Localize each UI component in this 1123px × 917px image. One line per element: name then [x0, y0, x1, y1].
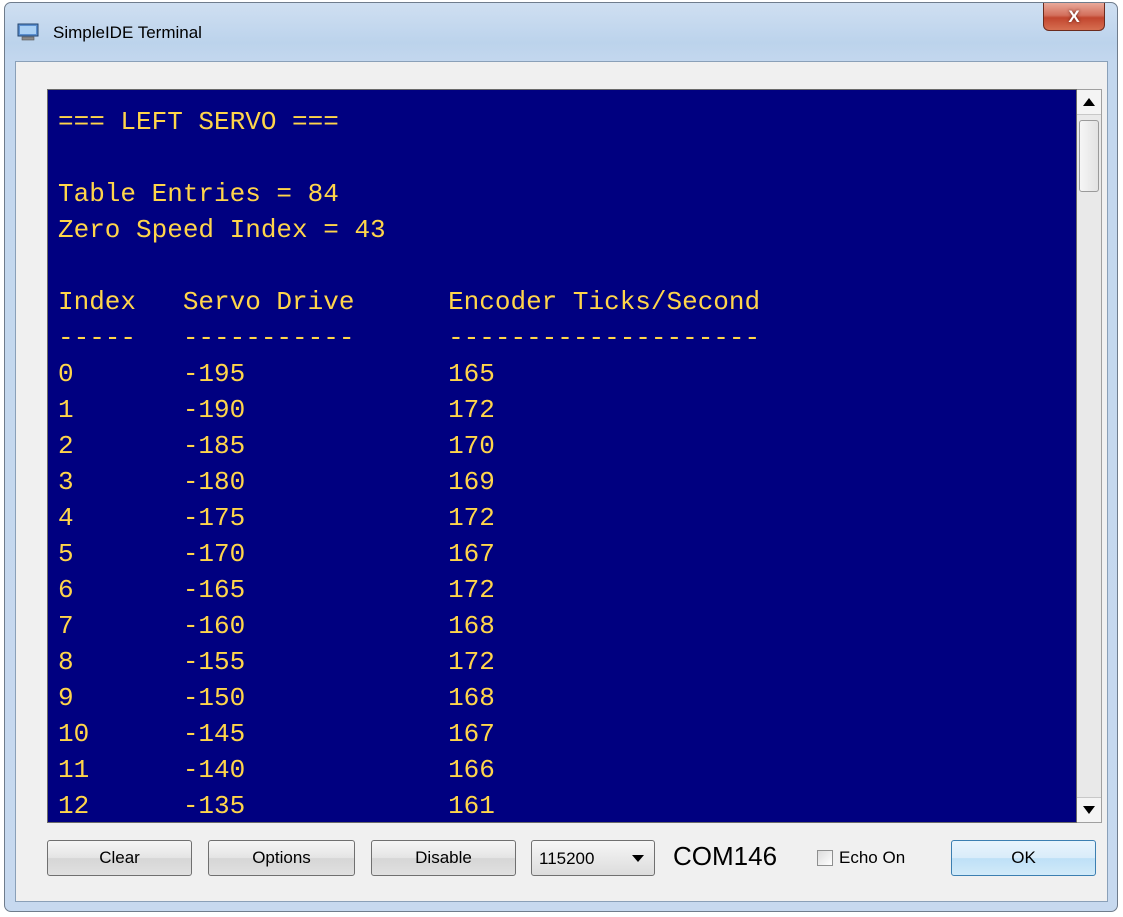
- baud-rate-select[interactable]: 115200: [531, 840, 655, 876]
- terminal-line: 10 -145 167: [58, 719, 495, 749]
- baud-rate-value: 115200: [539, 849, 595, 868]
- scroll-up-arrow-icon: [1083, 98, 1095, 106]
- port-label: COM146: [673, 841, 778, 871]
- terminal-line: 7 -160 168: [58, 611, 495, 641]
- terminal-line: === LEFT SERVO ===: [58, 107, 339, 137]
- window-title: SimpleIDE Terminal: [53, 23, 202, 42]
- terminal-line: 12 -135 161: [58, 791, 495, 821]
- terminal-line: 11 -140 166: [58, 755, 495, 785]
- vertical-scrollbar[interactable]: [1077, 89, 1102, 823]
- options-button[interactable]: Options: [208, 840, 355, 876]
- terminal-line: 6 -165 172: [58, 575, 495, 605]
- terminal-line: 0 -195 165: [58, 359, 495, 389]
- scroll-down-arrow-icon: [1083, 806, 1095, 814]
- client-area: === LEFT SERVO === Table Entries = 84 Zero…: [15, 61, 1108, 902]
- clear-button[interactable]: Clear: [47, 840, 192, 876]
- monitor-icon: [17, 23, 39, 41]
- terminal-line: 5 -170 167: [58, 539, 495, 569]
- terminal-line: Zero Speed Index = 43: [58, 215, 386, 245]
- close-button[interactable]: X: [1043, 3, 1105, 31]
- scroll-up-button[interactable]: [1077, 90, 1101, 115]
- terminal-line: 1 -190 172: [58, 395, 495, 425]
- echo-on-label[interactable]: Echo On: [839, 848, 905, 868]
- echo-on-checkbox[interactable]: [817, 850, 833, 866]
- terminal-line: 8 -155 172: [58, 647, 495, 677]
- terminal-text: === LEFT SERVO === Table Entries = 84 Zero…: [58, 104, 761, 822]
- close-icon: X: [1068, 6, 1080, 26]
- terminal-line: 9 -150 168: [58, 683, 495, 713]
- terminal-line: 3 -180 169: [58, 467, 495, 497]
- terminal-line: Index Servo Drive Encoder Ticks/Second: [58, 287, 761, 317]
- chevron-down-icon: [632, 855, 644, 862]
- terminal-line: ----- ----------- --------------------: [58, 323, 761, 353]
- terminal-line: 2 -185 170: [58, 431, 495, 461]
- terminal-window: SimpleIDE Terminal X === LEFT SERVO === T…: [4, 2, 1118, 912]
- title-bar[interactable]: SimpleIDE Terminal X: [5, 3, 1117, 61]
- scroll-thumb[interactable]: [1079, 120, 1099, 192]
- terminal-line: 4 -175 172: [58, 503, 495, 533]
- terminal-output[interactable]: === LEFT SERVO === Table Entries = 84 Zero…: [47, 89, 1077, 823]
- disable-button[interactable]: Disable: [371, 840, 516, 876]
- scroll-down-button[interactable]: [1077, 797, 1101, 822]
- ok-button[interactable]: OK: [951, 840, 1096, 876]
- terminal-line: Table Entries = 84: [58, 179, 339, 209]
